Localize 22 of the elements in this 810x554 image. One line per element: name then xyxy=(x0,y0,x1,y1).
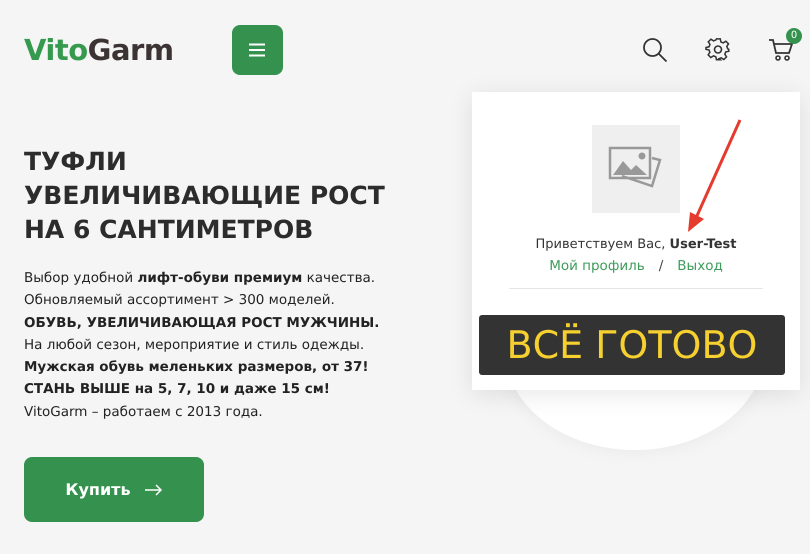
arrow-right-icon xyxy=(144,484,163,496)
profile-link[interactable]: Мой профиль xyxy=(549,258,645,274)
menu-icon xyxy=(248,43,266,57)
buy-button[interactable]: Купить xyxy=(24,457,204,522)
search-icon[interactable] xyxy=(642,37,668,63)
cart-count-badge: 0 xyxy=(786,28,802,44)
description-line: Выбор удобной лифт-обуви премиум качества. xyxy=(24,269,376,288)
description-line: Обновляемый ассортимент > 300 моделей. xyxy=(24,291,336,310)
overlay-banner: ВСЁ ГОТОВО xyxy=(479,315,785,375)
description-line: ОБУВЬ, УВЕЛИЧИВАЮЩАЯ РОСТ МУЖЧИНЫ. xyxy=(24,314,380,333)
cart-icon[interactable] xyxy=(768,38,794,62)
hero-title: ТУФЛИ УВЕЛИЧИВАЮЩИЕ РОСТ НА 6 САНТИМЕТРОВ xyxy=(24,146,386,246)
greeting-text: Приветствуем Вас, User-Test xyxy=(536,237,736,252)
logout-link[interactable]: Выход xyxy=(677,258,723,274)
link-separator: / xyxy=(658,258,664,274)
menu-button[interactable] xyxy=(232,25,283,75)
description-line: VitoGarm – работаем с 2013 года. xyxy=(24,402,264,422)
logo[interactable]: VitoGarm xyxy=(24,33,174,67)
settings-icon[interactable] xyxy=(705,37,731,63)
description-line: На любой сезон, мероприятие и стиль одежды. xyxy=(24,336,366,355)
description-line: СТАНЬ ВЫШЕ на 5, 7, 10 и даже 15 см! xyxy=(24,380,331,400)
description-line: Мужская обувь меленьких размеров, от 37! xyxy=(24,358,370,378)
